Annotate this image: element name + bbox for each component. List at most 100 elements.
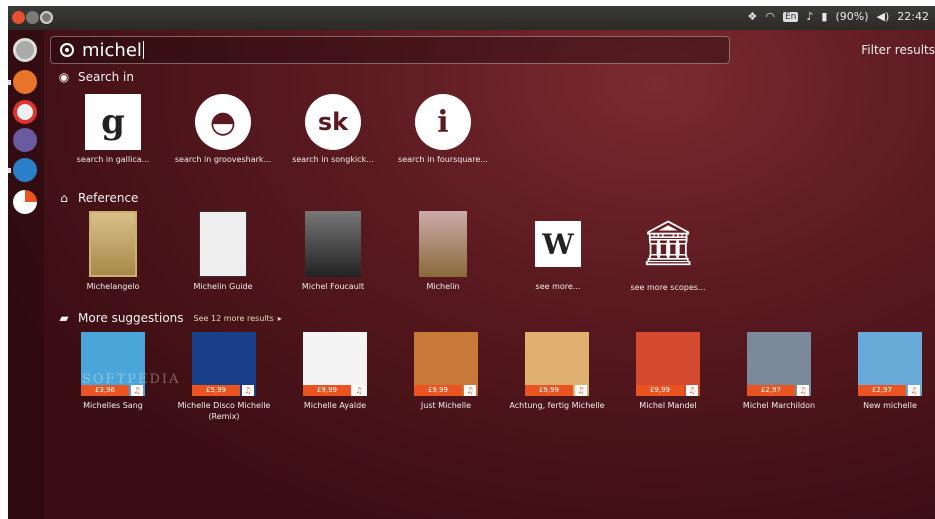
price-tag[interactable]: £2,97: [858, 385, 906, 396]
volume-icon[interactable]: ◀): [877, 10, 890, 23]
music-note-icon: ♫: [575, 385, 587, 396]
dropbox-icon[interactable]: ❖: [748, 10, 758, 23]
firefox-icon[interactable]: [13, 70, 37, 94]
section-more-suggestions[interactable]: ▰ More suggestions See 12 more results ▸: [58, 311, 282, 325]
price-tag[interactable]: £9,99: [303, 385, 351, 396]
item-label: see more...: [535, 282, 581, 291]
battery-icon[interactable]: ▮: [821, 10, 827, 23]
reference-item[interactable]: Michel Foucault: [283, 211, 383, 292]
music-note-icon: ♫: [242, 385, 254, 396]
building-icon: ⌂: [60, 191, 68, 205]
info-icon: i: [415, 94, 471, 150]
section-title: More suggestions: [78, 311, 184, 325]
dash-screen: ❖ ◠ En ♪ ▮ (90%) ◀) 22:42 michel Filter …: [8, 6, 935, 519]
music-note-icon: ♫: [686, 385, 698, 396]
document-icon[interactable]: [13, 158, 37, 182]
music-note-icon: ♫: [353, 385, 365, 396]
mail-icon[interactable]: [13, 100, 37, 124]
chat-icon[interactable]: [13, 128, 37, 152]
section-reference[interactable]: ⌂ Reference: [58, 191, 138, 205]
scope-grooveshark[interactable]: ◓ search in grooveshark...: [173, 94, 273, 165]
suggestion-item[interactable]: £2,97 ♫ Michel Marchildon: [729, 332, 829, 411]
clear-search-icon[interactable]: [60, 43, 74, 57]
price-tag[interactable]: £5,99: [192, 385, 240, 396]
suggestion-item[interactable]: £9,99 ♫ Achtung, fertig Michelle: [507, 332, 607, 411]
item-label: Michelin Guide: [193, 282, 253, 291]
wikipedia-icon: W: [535, 221, 581, 267]
album-cover: £9,99 ♫: [525, 332, 589, 396]
album-cover: £2,97 ♫: [858, 332, 922, 396]
section-search-in[interactable]: ◉ Search in: [58, 70, 134, 84]
reference-item[interactable]: Michelin: [393, 211, 493, 292]
battery-percent: (90%): [835, 10, 869, 23]
music-note-icon: ♫: [908, 385, 920, 396]
item-label: Michelangelo: [86, 282, 140, 291]
music-note-icon: ♫: [464, 385, 476, 396]
songkick-icon: sk: [305, 94, 361, 150]
michelin-guide-thumbnail: [199, 211, 247, 277]
suggestion-item[interactable]: £5,99 ♫ Michelle Disco Michelle (Remix): [174, 332, 274, 422]
suggestion-item[interactable]: £2,97 ♫ New michelle: [840, 332, 935, 411]
minimize-button[interactable]: [26, 11, 39, 24]
see-more-results-link[interactable]: See 12 more results: [194, 314, 274, 323]
suggestion-item[interactable]: £9,99 ♫ Just Michelle: [396, 332, 496, 411]
suggestion-item[interactable]: £9,99 ♫ Michel Mandel: [618, 332, 718, 411]
clock[interactable]: 22:42: [897, 10, 929, 23]
wifi-icon[interactable]: ◠: [765, 10, 775, 23]
reference-item[interactable]: Michelangelo: [63, 211, 163, 292]
foucault-thumbnail: [305, 211, 361, 277]
price-tag[interactable]: £9,99: [525, 385, 573, 396]
item-label: search in foursquare...: [398, 155, 488, 164]
item-label: Michelle Disco Michelle (Remix): [177, 401, 271, 421]
indicator-area: ❖ ◠ En ♪ ▮ (90%) ◀) 22:42: [748, 10, 929, 23]
running-indicator: [8, 80, 11, 85]
section-title: Search in: [78, 70, 134, 84]
chevron-right-icon: ▸: [277, 313, 282, 323]
michelangelo-thumbnail: [89, 211, 137, 277]
item-label: New michelle: [863, 401, 917, 410]
search-box[interactable]: michel: [50, 36, 730, 64]
scope-songkick[interactable]: sk search in songkick...: [283, 94, 383, 165]
search-input[interactable]: michel: [82, 40, 142, 61]
compass-icon: ◉: [58, 70, 70, 84]
item-label: Michel Mandel: [639, 401, 697, 410]
reference-see-more[interactable]: W see more...: [508, 221, 608, 292]
michelin-thumbnail: [419, 211, 467, 277]
text-caret: [142, 41, 144, 59]
usage-chart-icon[interactable]: [13, 190, 37, 214]
close-button[interactable]: [12, 11, 25, 24]
item-label: Michelin: [426, 282, 460, 291]
filter-results-button[interactable]: Filter results: [861, 43, 935, 57]
item-label: Achtung, fertig Michelle: [509, 401, 605, 410]
scope-foursquare[interactable]: i search in foursquare...: [393, 94, 493, 165]
section-title: Reference: [78, 191, 139, 205]
scopes-building-icon: 🏛: [640, 218, 696, 269]
item-label: Just Michelle: [420, 401, 472, 410]
reference-see-more-scopes[interactable]: 🏛 see more scopes...: [618, 216, 718, 293]
item-label: see more scopes...: [630, 283, 706, 292]
item-label: Michelles Sang: [83, 401, 143, 410]
album-cover: £9,99 ♫: [303, 332, 367, 396]
price-tag[interactable]: £9,99: [414, 385, 462, 396]
language-indicator[interactable]: En: [783, 11, 799, 22]
gallica-icon: g: [85, 94, 141, 150]
item-label: search in songkick...: [292, 155, 374, 164]
maximize-button[interactable]: [40, 11, 53, 24]
item-label: Michelle Ayalde: [303, 401, 367, 410]
album-cover: £9,99 ♫: [636, 332, 700, 396]
music-note-icon: ♫: [797, 385, 809, 396]
item-label: Michel Foucault: [301, 282, 365, 291]
item-label: search in grooveshark...: [174, 155, 272, 164]
item-label: Michel Marchildon: [742, 401, 816, 410]
suggestion-item[interactable]: £9,99 ♫ Michelle Ayalde: [285, 332, 385, 411]
price-tag[interactable]: £2,97: [747, 385, 795, 396]
scope-gallica[interactable]: g search in gallica...: [63, 94, 163, 165]
album-cover: £2,97 ♫: [747, 332, 811, 396]
price-tag[interactable]: £9,99: [636, 385, 684, 396]
running-indicator: [8, 168, 11, 173]
dash-home-icon[interactable]: [13, 38, 37, 62]
reference-item[interactable]: Michelin Guide: [173, 211, 273, 292]
launcher: [8, 30, 44, 519]
bell-icon[interactable]: ♪: [806, 10, 813, 23]
shopping-bag-icon: ▰: [59, 311, 69, 325]
